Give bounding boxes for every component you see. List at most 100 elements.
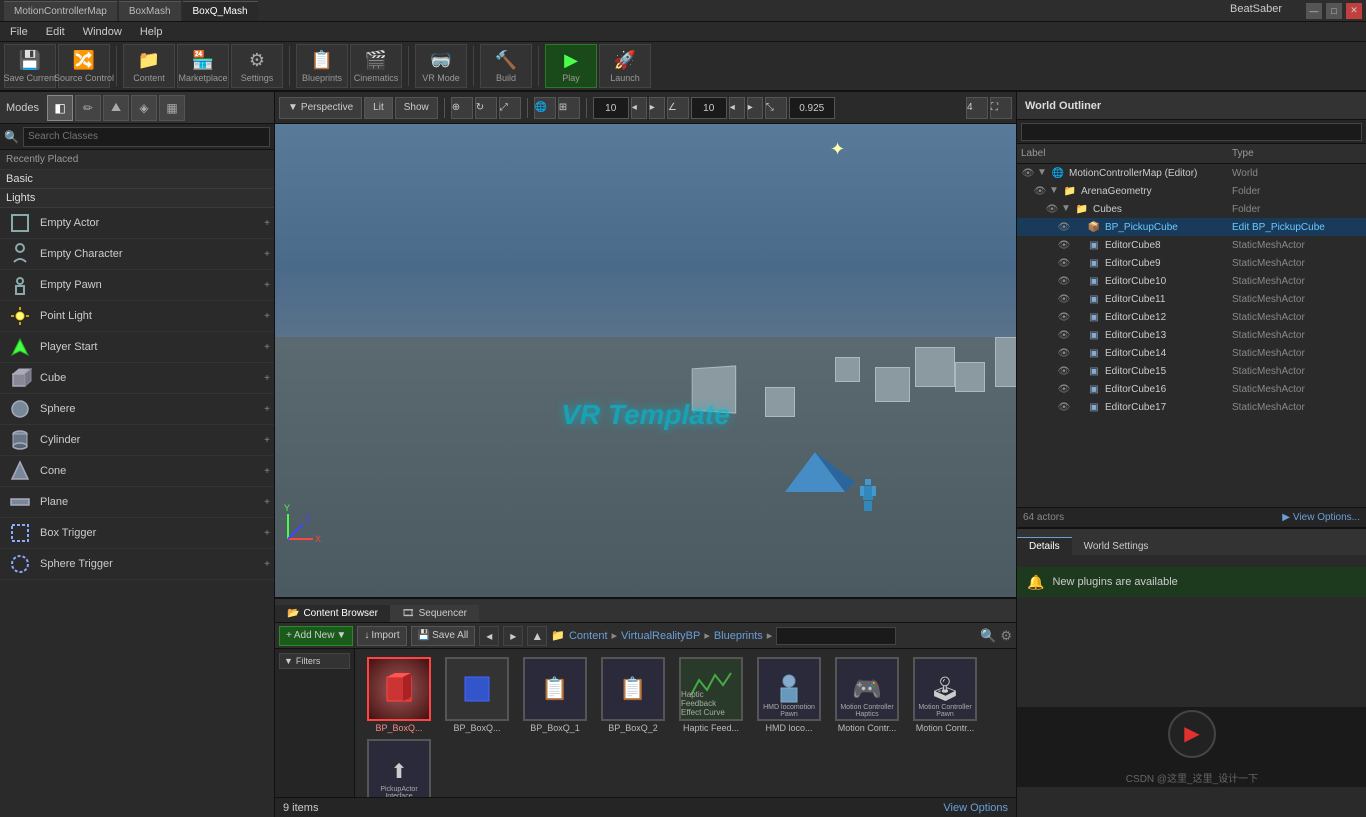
wo-view-options[interactable]: ▶ View Options... xyxy=(1282,512,1360,523)
world-settings-tab[interactable]: World Settings xyxy=(1072,537,1161,555)
settings-button[interactable]: ⚙ Settings xyxy=(231,44,283,88)
mode-btn-5[interactable]: ▦ xyxy=(159,95,185,121)
asset-bp-boxq-blue[interactable]: BP_BoxQ... xyxy=(441,657,513,733)
angle-down-btn[interactable]: ◂ xyxy=(729,97,745,119)
mode-btn-2[interactable]: ✏ xyxy=(75,95,101,121)
class-player-start[interactable]: Player Start + xyxy=(0,332,274,363)
surface-snap-btn[interactable]: ⊞ xyxy=(558,97,580,119)
content-browser-tab[interactable]: 📂 Content Browser xyxy=(275,605,390,622)
viewport[interactable]: ✦ VR Template X xyxy=(275,124,1016,597)
launch-button[interactable]: 🚀 Launch xyxy=(599,44,651,88)
class-cube[interactable]: Cube + xyxy=(0,363,274,394)
wo-item-5[interactable]: 👁 ▣ EditorCube9 StaticMeshActor xyxy=(1017,254,1366,272)
category-basic[interactable]: Basic xyxy=(0,170,274,189)
wo-item-12[interactable]: 👁 ▣ EditorCube16 StaticMeshActor xyxy=(1017,380,1366,398)
wo-item-2[interactable]: 👁 ▼ 📁 Cubes Folder xyxy=(1017,200,1366,218)
nav-forward-button[interactable]: ▸ xyxy=(503,626,523,646)
close-button[interactable]: ✕ xyxy=(1346,3,1362,19)
sequencer-tab[interactable]: 🎞 Sequencer xyxy=(390,605,479,622)
menu-file[interactable]: File xyxy=(6,26,32,38)
mode-btn-4[interactable]: ◈ xyxy=(131,95,157,121)
angle-snap-btn[interactable]: ∠ xyxy=(667,97,689,119)
cinematics-button[interactable]: 🎬 Cinematics xyxy=(350,44,402,88)
class-sphere-trigger[interactable]: Sphere Trigger + xyxy=(0,549,274,580)
maximize-viewport-btn[interactable]: ⛶ xyxy=(990,97,1012,119)
wo-item-10[interactable]: 👁 ▣ EditorCube14 StaticMeshActor xyxy=(1017,344,1366,362)
menu-edit[interactable]: Edit xyxy=(42,26,69,38)
wo-item-3[interactable]: 👁 📦 BP_PickupCube Edit BP_PickupCube xyxy=(1017,218,1366,236)
filters-button[interactable]: ▼ Filters xyxy=(279,653,350,669)
class-box-trigger[interactable]: Box Trigger + xyxy=(0,518,274,549)
vr-mode-button[interactable]: 🥽 VR Mode xyxy=(415,44,467,88)
wo-item-8[interactable]: 👁 ▣ EditorCube12 StaticMeshActor xyxy=(1017,308,1366,326)
title-tab-3[interactable]: BoxQ_Mash xyxy=(183,1,258,21)
asset-bp-boxq-1[interactable]: 📋 BP_BoxQ_1 xyxy=(519,657,591,733)
title-tab-1[interactable]: MotionControllerMap xyxy=(4,1,117,21)
view-count-btn[interactable]: 4 xyxy=(966,97,988,119)
wo-item-9[interactable]: 👁 ▣ EditorCube13 StaticMeshActor xyxy=(1017,326,1366,344)
title-tab-2[interactable]: BoxMash xyxy=(119,1,181,21)
asset-bp-boxq-red[interactable]: BP_BoxQ... xyxy=(363,657,435,733)
minimize-button[interactable]: — xyxy=(1306,3,1322,19)
class-plane[interactable]: Plane + xyxy=(0,487,274,518)
maximize-button[interactable]: □ xyxy=(1326,3,1342,19)
asset-motion-haptics[interactable]: 🎮 Motion ControllerHaptics Motion Contr.… xyxy=(831,657,903,733)
mode-btn-1[interactable]: ◧ xyxy=(47,95,73,121)
nav-up-button[interactable]: ▲ xyxy=(527,626,547,646)
marketplace-button[interactable]: 🏪 Marketplace xyxy=(177,44,229,88)
wo-item-0[interactable]: 👁 ▼ 🌐 MotionControllerMap (Editor) World xyxy=(1017,164,1366,182)
lit-btn[interactable]: Lit xyxy=(364,97,393,119)
wo-item-13[interactable]: 👁 ▣ EditorCube17 StaticMeshActor xyxy=(1017,398,1366,416)
scale-snap-btn[interactable]: ⤡ xyxy=(765,97,787,119)
class-cylinder[interactable]: Cylinder + xyxy=(0,425,274,456)
content-button[interactable]: 📁 Content xyxy=(123,44,175,88)
world-local-btn[interactable]: 🌐 xyxy=(534,97,556,119)
scale-btn[interactable]: ⤢ xyxy=(499,97,521,119)
asset-pickup-interface[interactable]: ⬆ PickupActorInterface PickupActor... xyxy=(363,739,435,797)
build-button[interactable]: 🔨 Build xyxy=(480,44,532,88)
rotate-btn[interactable]: ↻ xyxy=(475,97,497,119)
wo-search-input[interactable] xyxy=(1021,123,1362,141)
class-search-input[interactable] xyxy=(23,127,270,147)
translate-btn[interactable]: ⊕ xyxy=(451,97,473,119)
cb-settings-icon[interactable]: ⚙ xyxy=(1000,628,1012,644)
menu-help[interactable]: Help xyxy=(136,26,167,38)
perspective-btn[interactable]: ▼ Perspective xyxy=(279,97,362,119)
blueprints-button[interactable]: 📋 Blueprints xyxy=(296,44,348,88)
wo-item-1[interactable]: 👁 ▼ 📁 ArenaGeometry Folder xyxy=(1017,182,1366,200)
wo-item-11[interactable]: 👁 ▣ EditorCube15 StaticMeshActor xyxy=(1017,362,1366,380)
nav-back-button[interactable]: ◂ xyxy=(479,626,499,646)
asset-motion-pawn[interactable]: 🕹 Motion ControllerPawn Motion Contr... xyxy=(909,657,981,733)
class-empty-pawn[interactable]: Empty Pawn + xyxy=(0,270,274,301)
show-btn[interactable]: Show xyxy=(395,97,438,119)
asset-hmd-locomotion[interactable]: HMD locomotionPawn HMD loco... xyxy=(753,657,825,733)
save-all-button[interactable]: 💾 Save All xyxy=(411,626,476,646)
cb-search-input[interactable] xyxy=(776,627,896,645)
class-empty-actor[interactable]: Empty Actor + xyxy=(0,208,274,239)
cb-path-vr[interactable]: VirtualRealityBP xyxy=(621,630,700,642)
class-empty-character[interactable]: Empty Character + xyxy=(0,239,274,270)
play-button[interactable]: ▶ Play xyxy=(545,44,597,88)
cb-path-content[interactable]: Content xyxy=(569,630,608,642)
recently-placed-header[interactable]: Recently Placed xyxy=(0,150,274,170)
asset-haptic-feedback[interactable]: Haptic FeedbackEffect Curve Haptic Feed.… xyxy=(675,657,747,733)
cb-path-blueprints[interactable]: Blueprints xyxy=(714,630,763,642)
add-new-button[interactable]: + Add New ▼ xyxy=(279,626,353,646)
menu-window[interactable]: Window xyxy=(79,26,126,38)
class-point-light[interactable]: Point Light + xyxy=(0,301,274,332)
wo-item-7[interactable]: 👁 ▣ EditorCube11 StaticMeshActor xyxy=(1017,290,1366,308)
grid-up-btn[interactable]: ▸ xyxy=(649,97,665,119)
class-cone[interactable]: Cone + xyxy=(0,456,274,487)
details-tab[interactable]: Details xyxy=(1017,537,1072,555)
grid-down-btn[interactable]: ◂ xyxy=(631,97,647,119)
category-lights[interactable]: Lights xyxy=(0,189,274,208)
wo-item-6[interactable]: 👁 ▣ EditorCube10 StaticMeshActor xyxy=(1017,272,1366,290)
mode-btn-3[interactable]: ⛰ xyxy=(103,95,129,121)
source-control-button[interactable]: 🔀 Source Control xyxy=(58,44,110,88)
class-sphere[interactable]: Sphere + xyxy=(0,394,274,425)
cb-view-options[interactable]: View Options xyxy=(943,802,1008,814)
save-current-button[interactable]: 💾 Save Current xyxy=(4,44,56,88)
import-button[interactable]: ↓ Import xyxy=(357,626,406,646)
asset-bp-boxq-2[interactable]: 📋 BP_BoxQ_2 xyxy=(597,657,669,733)
angle-up-btn[interactable]: ▸ xyxy=(747,97,763,119)
